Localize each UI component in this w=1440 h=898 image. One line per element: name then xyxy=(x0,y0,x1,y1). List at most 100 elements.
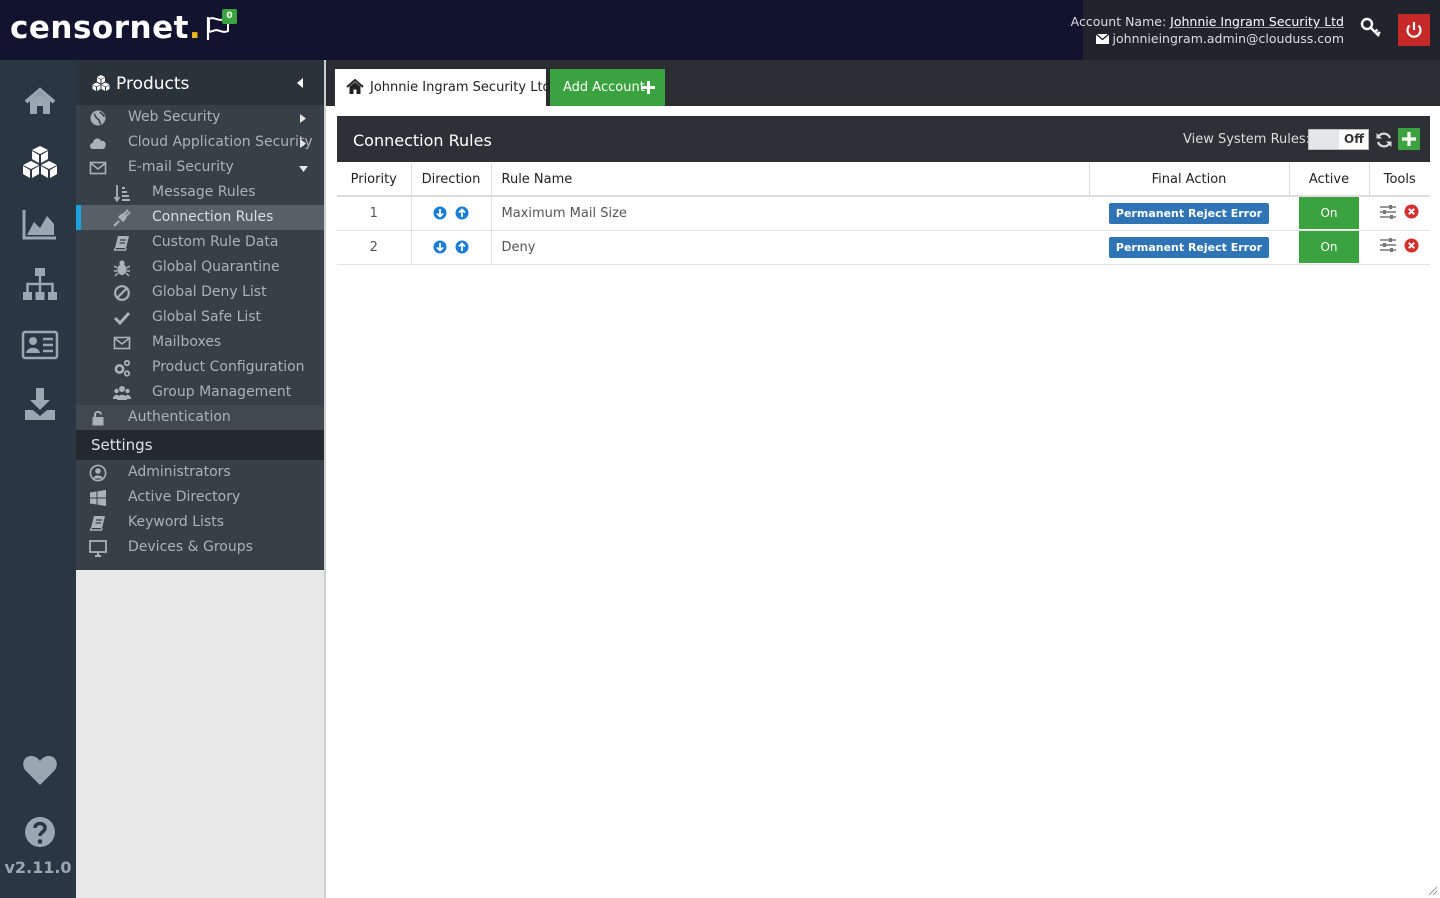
toggle-knob xyxy=(1309,130,1339,149)
book-icon xyxy=(89,516,105,531)
products-header[interactable]: Products xyxy=(76,60,324,105)
table-row[interactable]: 1 Maximum Mail Size Permanent Reject Err… xyxy=(337,196,1430,231)
delete-rule-icon[interactable] xyxy=(1404,238,1419,253)
add-rule-button[interactable] xyxy=(1398,128,1420,150)
download-icon[interactable] xyxy=(20,386,60,422)
collapse-caret-icon xyxy=(299,166,308,172)
collapse-caret-icon[interactable] xyxy=(297,78,303,88)
move-down-icon[interactable] xyxy=(433,206,447,220)
rule-final-action-cell: Permanent Reject Error xyxy=(1089,196,1289,231)
move-up-icon[interactable] xyxy=(455,240,469,254)
rule-name[interactable]: Deny xyxy=(491,230,1089,265)
view-system-rules-label: View System Rules: xyxy=(1183,132,1311,147)
final-action-badge: Permanent Reject Error xyxy=(1108,236,1270,258)
nav-item-mailboxes[interactable]: Mailboxes xyxy=(76,330,324,355)
logout-power-button[interactable] xyxy=(1398,14,1430,46)
account-info xyxy=(1083,0,1440,60)
nav-item-administrators[interactable]: Administrators xyxy=(76,460,324,485)
plus-icon xyxy=(642,81,655,94)
ban-icon xyxy=(114,285,130,301)
app-version: v2.11.0 xyxy=(4,858,72,877)
nav-item-custom-rule-data[interactable]: Custom Rule Data xyxy=(76,230,324,255)
column-rule-name[interactable]: Rule Name xyxy=(491,163,1090,197)
nav-item-connection-rules[interactable]: Connection Rules xyxy=(76,205,324,230)
plus-icon xyxy=(1402,132,1416,146)
refresh-icon[interactable] xyxy=(1375,131,1393,149)
rule-active-cell: On xyxy=(1289,230,1369,265)
nav-item-email-security[interactable]: E-mail Security xyxy=(76,155,324,180)
rule-name[interactable]: Maximum Mail Size xyxy=(491,196,1089,231)
connection-rules-table: Priority Direction Rule Name Final Actio… xyxy=(337,163,1430,265)
power-icon xyxy=(1406,22,1422,38)
windows-icon xyxy=(90,490,106,506)
move-down-icon[interactable] xyxy=(433,240,447,254)
view-system-rules-toggle[interactable]: Off xyxy=(1308,129,1369,150)
user-circle-icon xyxy=(89,464,107,482)
nav-menu: Products Web Security Cloud Application … xyxy=(76,60,324,570)
nav-item-active-directory[interactable]: Active Directory xyxy=(76,485,324,510)
home-icon[interactable] xyxy=(20,84,60,120)
nav-item-product-configuration[interactable]: Product Configuration xyxy=(76,355,324,380)
home-icon xyxy=(346,79,364,94)
connection-rules-panel-header: Connection Rules View System Rules: Off xyxy=(337,116,1430,162)
bug-icon xyxy=(113,260,131,277)
nav-item-global-safe-list[interactable]: Global Safe List xyxy=(76,305,324,330)
nav-item-devices-groups[interactable]: Devices & Groups xyxy=(76,535,324,560)
rule-settings-sliders-icon[interactable] xyxy=(1380,238,1396,253)
delete-rule-icon[interactable] xyxy=(1404,204,1419,219)
resize-grip-icon[interactable] xyxy=(1426,884,1438,896)
key-icon[interactable] xyxy=(1359,14,1383,44)
tab-account[interactable]: Johnnie Ingram Security Ltd xyxy=(335,69,551,106)
envelope-icon xyxy=(89,161,107,175)
table-row[interactable]: 2 Deny Permanent Reject Error On xyxy=(337,230,1430,265)
navigation-panel: Products Web Security Cloud Application … xyxy=(76,60,326,898)
move-up-icon[interactable] xyxy=(455,206,469,220)
rule-tools-cell xyxy=(1369,230,1430,265)
nav-item-message-rules[interactable]: Message Rules xyxy=(76,180,324,205)
lock-icon xyxy=(92,410,104,426)
table-header-row: Priority Direction Rule Name Final Actio… xyxy=(337,163,1430,197)
envelope-icon xyxy=(1095,33,1109,44)
expand-caret-icon xyxy=(300,139,306,148)
nav-item-authentication[interactable]: Authentication xyxy=(76,405,324,430)
column-active[interactable]: Active xyxy=(1289,163,1370,197)
network-sitemap-icon[interactable] xyxy=(20,266,60,302)
rule-priority: 1 xyxy=(337,196,412,231)
censornet-logo[interactable]: censornet. xyxy=(10,10,201,46)
nav-item-global-quarantine[interactable]: Global Quarantine xyxy=(76,255,324,280)
help-icon[interactable] xyxy=(20,814,60,850)
directory-card-icon[interactable] xyxy=(20,327,60,363)
final-action-badge: Permanent Reject Error xyxy=(1108,202,1270,224)
nav-item-global-deny-list[interactable]: Global Deny List xyxy=(76,280,324,305)
active-toggle-button[interactable]: On xyxy=(1299,231,1359,263)
account-email-line: johnnieingram.admin@clouduss.com xyxy=(1095,31,1344,46)
settings-header: Settings xyxy=(76,430,324,460)
top-bar: censornet. 0 Account Name: Johnnie Ingra… xyxy=(0,0,1440,60)
rule-settings-sliders-icon[interactable] xyxy=(1380,204,1396,219)
nav-item-cloud-application-security[interactable]: Cloud Application Security xyxy=(76,130,324,155)
active-toggle-button[interactable]: On xyxy=(1299,197,1359,230)
nav-item-keyword-lists[interactable]: Keyword Lists xyxy=(76,510,324,535)
desktop-icon xyxy=(89,540,107,557)
products-cubes-icon[interactable] xyxy=(20,144,60,180)
rule-direction xyxy=(411,196,492,231)
gears-icon xyxy=(114,359,131,377)
users-icon xyxy=(113,386,131,400)
add-account-button[interactable]: Add Account xyxy=(550,69,665,106)
products-cubes-icon xyxy=(92,75,110,91)
cloud-icon xyxy=(90,138,106,149)
column-priority[interactable]: Priority xyxy=(337,163,412,197)
globe-icon xyxy=(90,110,106,126)
expand-caret-icon xyxy=(300,114,306,123)
nav-item-group-management[interactable]: Group Management xyxy=(76,380,324,405)
rule-tools-cell xyxy=(1369,196,1430,231)
notification-count-badge: 0 xyxy=(222,9,237,24)
column-direction: Direction xyxy=(411,163,492,197)
reports-chart-icon[interactable] xyxy=(20,206,60,242)
nav-item-web-security[interactable]: Web Security xyxy=(76,105,324,130)
icon-rail: v2.11.0 xyxy=(0,60,76,898)
book-icon xyxy=(113,236,129,251)
column-final-action[interactable]: Final Action xyxy=(1089,163,1290,197)
account-name-link[interactable]: Johnnie Ingram Security Ltd xyxy=(1170,14,1344,29)
heart-icon[interactable] xyxy=(20,752,60,788)
